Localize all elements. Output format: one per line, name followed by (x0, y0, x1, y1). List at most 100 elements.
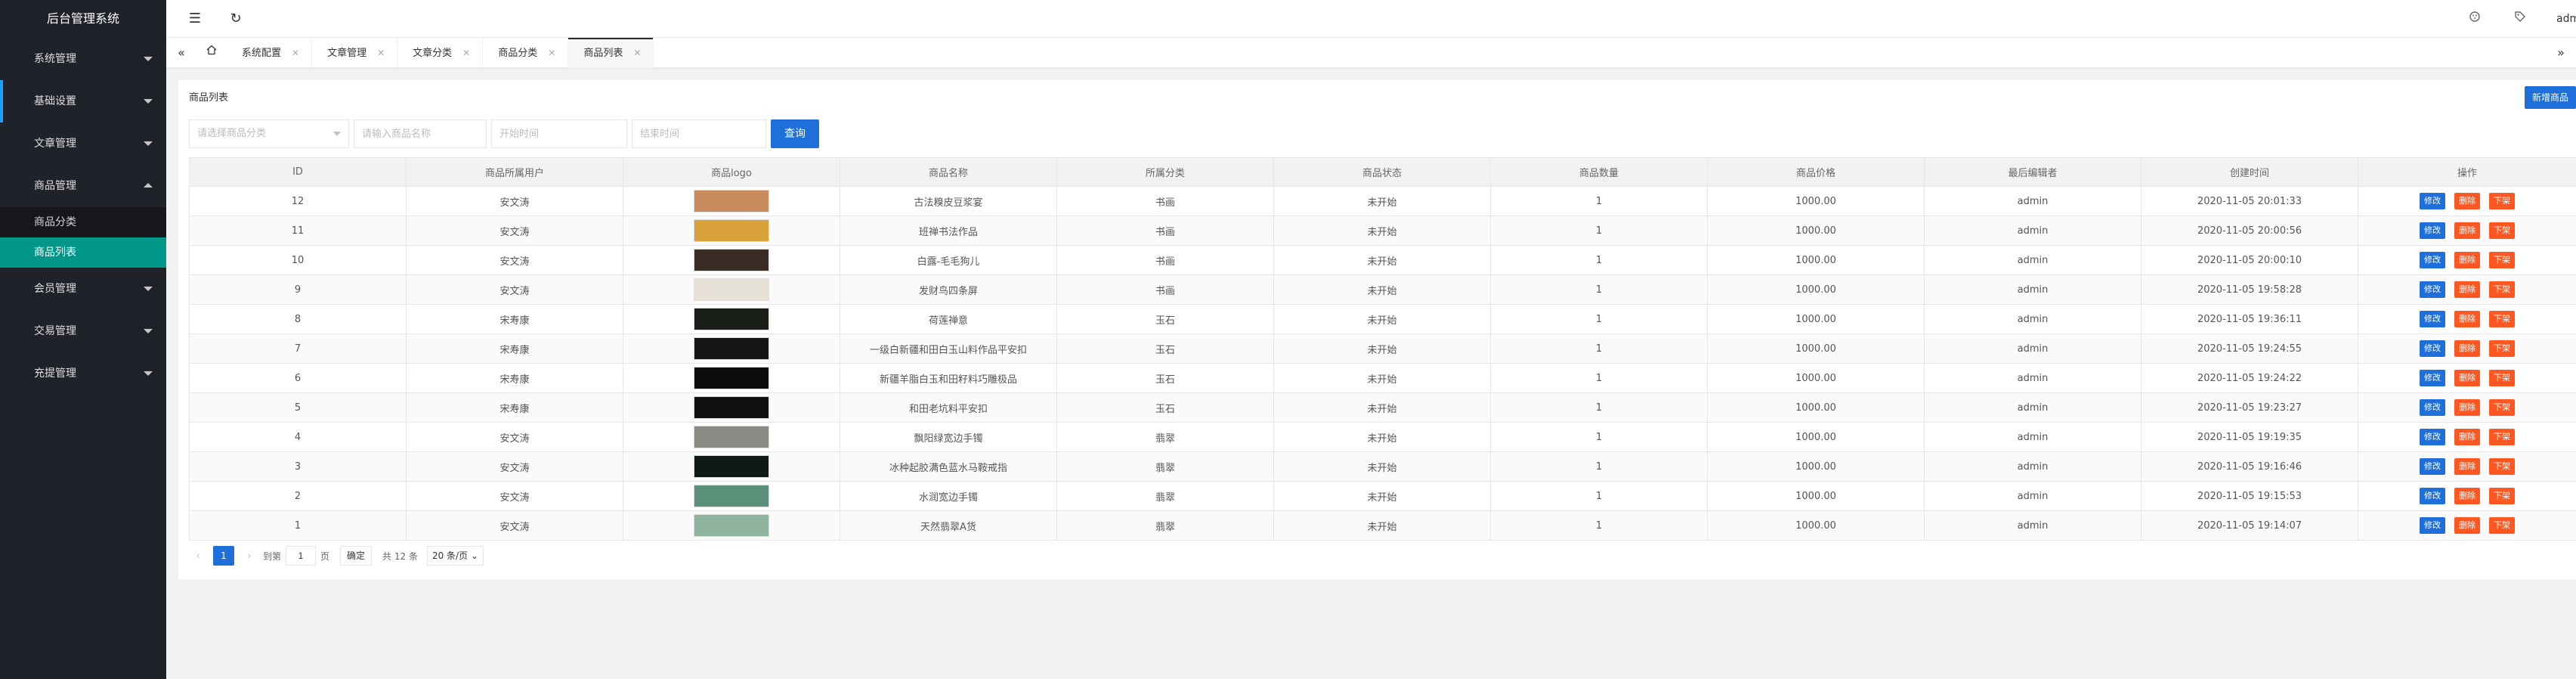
delete-button[interactable]: 删除 (2454, 340, 2480, 357)
home-tab[interactable] (196, 38, 227, 68)
product-thumbnail (694, 514, 769, 537)
edit-button[interactable]: 修改 (2420, 517, 2445, 534)
tab-system-config[interactable]: 系统配置 ✕ (227, 38, 313, 68)
col-header: 最后编辑者 (1924, 157, 2142, 187)
close-icon[interactable]: ✕ (292, 48, 299, 58)
start-time-input[interactable] (491, 119, 627, 148)
delete-button[interactable]: 删除 (2454, 311, 2480, 327)
cell-editor: admin (1924, 422, 2142, 452)
tabs-scroll-right-icon[interactable]: » (2546, 38, 2576, 68)
unlist-button[interactable]: 下架 (2489, 517, 2515, 534)
close-icon[interactable]: ✕ (633, 48, 641, 58)
unlist-button[interactable]: 下架 (2489, 340, 2515, 357)
unlist-button[interactable]: 下架 (2489, 193, 2515, 209)
edit-button[interactable]: 修改 (2420, 222, 2445, 239)
edit-button[interactable]: 修改 (2420, 370, 2445, 386)
goto-page-input[interactable] (286, 546, 317, 566)
user-menu[interactable]: admin (2556, 13, 2576, 25)
sidebar-item-products[interactable]: 商品管理 (0, 165, 166, 207)
tab-article-manage[interactable]: 文章管理 ✕ (312, 38, 398, 68)
sidebar-item-system[interactable]: 系统管理 (0, 38, 166, 80)
delete-button[interactable]: 删除 (2454, 193, 2480, 209)
tab-bar: « 系统配置 ✕ 文章管理 ✕ 文章分类 ✕ 商品分类 ✕ 商品列表 ✕ » (166, 38, 2576, 68)
caret-down-icon (333, 132, 341, 136)
query-button[interactable]: 查询 (771, 119, 819, 148)
cell-created: 2020-11-05 19:16:46 (2141, 451, 2358, 482)
delete-button[interactable]: 删除 (2454, 222, 2480, 239)
category-select[interactable]: 请选择商品分类 (189, 119, 349, 148)
col-header: 商品logo (623, 157, 840, 187)
table-row: 12 安文涛 古法糗皮豆浆宴 书画 未开始 1 1000.00 admin 2020-11-05… (189, 186, 2576, 216)
theme-icon[interactable] (2466, 10, 2484, 28)
delete-button[interactable]: 删除 (2454, 281, 2480, 298)
cell-id: 11 (189, 215, 407, 246)
col-header: 商品名称 (840, 157, 1057, 187)
product-thumbnail (694, 396, 769, 419)
unlist-button[interactable]: 下架 (2489, 281, 2515, 298)
edit-button[interactable]: 修改 (2420, 488, 2445, 504)
delete-button[interactable]: 删除 (2454, 488, 2480, 504)
sidebar-subitem-product-list[interactable]: 商品列表 (0, 237, 166, 268)
unlist-button[interactable]: 下架 (2489, 458, 2515, 475)
refresh-icon[interactable]: ↻ (228, 11, 243, 26)
edit-button[interactable]: 修改 (2420, 340, 2445, 357)
unlist-button[interactable]: 下架 (2489, 252, 2515, 268)
tab-product-category[interactable]: 商品分类 ✕ (483, 38, 569, 68)
sidebar-subitem-product-category[interactable]: 商品分类 (0, 207, 166, 237)
tab-label: 系统配置 (242, 48, 282, 59)
next-page-icon[interactable]: › (240, 550, 258, 562)
page-number-current[interactable]: 1 (213, 546, 234, 566)
end-time-input[interactable] (632, 119, 766, 148)
edit-button[interactable]: 修改 (2420, 311, 2445, 327)
page-size-select[interactable]: 20 条/页 ⌄ (426, 546, 484, 566)
tab-label: 商品分类 (498, 48, 538, 59)
sidebar-item-basic-settings[interactable]: 基础设置 (0, 80, 166, 122)
content-panel: 商品列表 新增商品 请选择商品分类 查询 ID 商品所属用户 商品logo 商品… (178, 80, 2576, 579)
cell-created: 2020-11-05 19:24:55 (2141, 333, 2358, 364)
tabs-scroll-left-icon[interactable]: « (166, 38, 196, 68)
goto-confirm-button[interactable]: 确定 (340, 546, 373, 566)
delete-button[interactable]: 删除 (2454, 370, 2480, 386)
cell-logo (623, 245, 840, 275)
delete-button[interactable]: 删除 (2454, 252, 2480, 268)
delete-button[interactable]: 删除 (2454, 458, 2480, 475)
unlist-button[interactable]: 下架 (2489, 311, 2515, 327)
delete-button[interactable]: 删除 (2454, 429, 2480, 445)
add-product-button[interactable]: 新增商品 (2524, 86, 2576, 109)
cell-category: 翡翠 (1056, 451, 1274, 482)
close-icon[interactable]: ✕ (462, 48, 470, 58)
chevron-down-icon (144, 141, 153, 146)
menu-toggle-icon[interactable]: ☰ (187, 11, 203, 26)
sidebar-item-members[interactable]: 会员管理 (0, 268, 166, 310)
edit-button[interactable]: 修改 (2420, 458, 2445, 475)
cell-status: 未开始 (1273, 422, 1491, 452)
chevron-down-icon (144, 57, 153, 61)
unlist-button[interactable]: 下架 (2489, 399, 2515, 416)
delete-button[interactable]: 删除 (2454, 399, 2480, 416)
close-icon[interactable]: ✕ (377, 48, 385, 58)
product-name-input[interactable] (354, 119, 487, 148)
unlist-button[interactable]: 下架 (2489, 488, 2515, 504)
close-icon[interactable]: ✕ (548, 48, 555, 58)
sidebar-item-trades[interactable]: 交易管理 (0, 310, 166, 352)
cell-actions: 修改 删除 下架 (2358, 245, 2576, 275)
cell-price: 1000.00 (1707, 510, 1925, 541)
tab-article-category[interactable]: 文章分类 ✕ (397, 38, 484, 68)
edit-button[interactable]: 修改 (2420, 193, 2445, 209)
unlist-button[interactable]: 下架 (2489, 222, 2515, 239)
cell-price: 1000.00 (1707, 363, 1925, 393)
unlist-button[interactable]: 下架 (2489, 370, 2515, 386)
edit-button[interactable]: 修改 (2420, 252, 2445, 268)
product-thumbnail (694, 367, 769, 389)
tab-product-list[interactable]: 商品列表 ✕ (568, 38, 654, 68)
unlist-button[interactable]: 下架 (2489, 429, 2515, 445)
sidebar-item-deposits[interactable]: 充提管理 (0, 352, 166, 395)
edit-button[interactable]: 修改 (2420, 429, 2445, 445)
cell-price: 1000.00 (1707, 333, 1925, 364)
edit-button[interactable]: 修改 (2420, 281, 2445, 298)
prev-page-icon[interactable]: ‹ (189, 550, 207, 562)
tag-icon[interactable] (2511, 10, 2529, 28)
edit-button[interactable]: 修改 (2420, 399, 2445, 416)
sidebar-item-articles[interactable]: 文章管理 (0, 122, 166, 165)
delete-button[interactable]: 删除 (2454, 517, 2480, 534)
